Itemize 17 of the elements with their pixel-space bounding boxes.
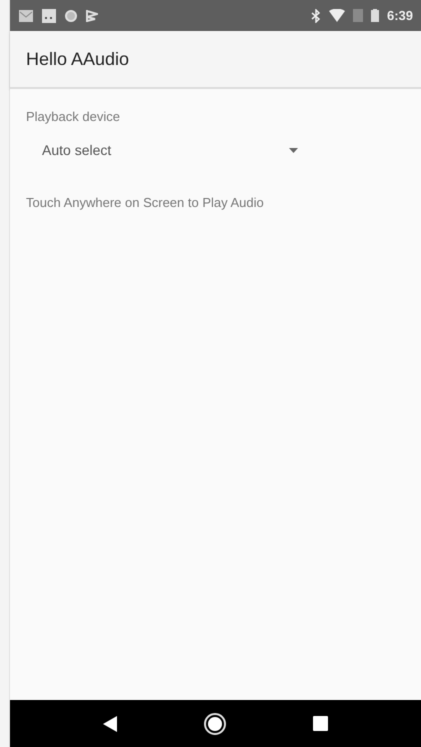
field-label: Playback device	[26, 108, 121, 126]
wifi-icon	[328, 9, 345, 22]
app-title: Hello AAudio	[26, 48, 130, 70]
flag-icon	[86, 8, 98, 22]
recents-icon[interactable]	[312, 716, 328, 731]
battery-icon	[370, 9, 379, 22]
status-time: 6:39	[386, 6, 413, 25]
hint-text: Touch Anywhere on Screen to Play Audio	[26, 194, 265, 212]
home-icon[interactable]	[204, 712, 226, 734]
image-icon	[42, 8, 56, 22]
circle-icon	[64, 8, 78, 22]
dropdown-arrow-icon	[289, 148, 298, 153]
mail-icon	[18, 8, 34, 22]
device-dropdown[interactable]: Auto select	[26, 138, 308, 162]
signal-icon	[352, 9, 363, 22]
bluetooth-icon	[310, 8, 321, 22]
back-icon[interactable]	[103, 716, 118, 732]
